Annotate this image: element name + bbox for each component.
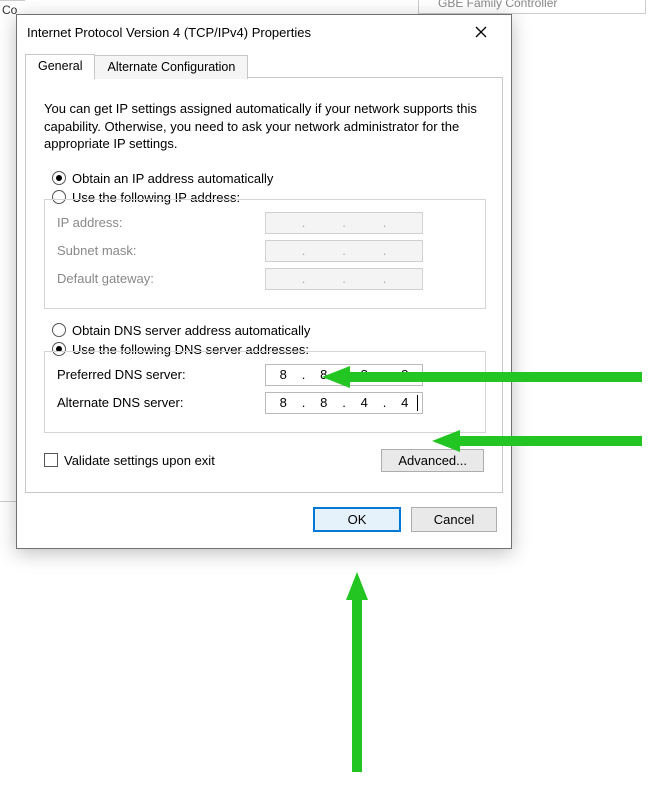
tab-alternate-configuration[interactable]: Alternate Configuration [94, 55, 248, 79]
alternate-dns-label: Alternate DNS server: [57, 395, 265, 410]
ipv4-properties-dialog: Internet Protocol Version 4 (TCP/IPv4) P… [16, 14, 512, 549]
advanced-button[interactable]: Advanced... [381, 449, 484, 472]
dialog-title: Internet Protocol Version 4 (TCP/IPv4) P… [27, 25, 459, 40]
ip-fields-group: IP address: ... Subnet mask: ... Default… [44, 199, 486, 309]
ip-address-input: ... [265, 212, 423, 234]
dialog-button-row: OK Cancel [17, 493, 511, 548]
field-alternate-dns: Alternate DNS server: 8. 8. 4. 4 [57, 392, 473, 414]
default-gateway-label: Default gateway: [57, 271, 265, 286]
alternate-dns-input[interactable]: 8. 8. 4. 4 [265, 392, 423, 414]
default-gateway-input: ... [265, 268, 423, 290]
radio-dns-auto[interactable]: Obtain DNS server address automatically [52, 323, 486, 338]
radio-ip-auto[interactable]: Obtain an IP address automatically [52, 171, 486, 186]
field-default-gateway: Default gateway: ... [57, 268, 473, 290]
validate-checkbox[interactable] [44, 453, 58, 467]
radio-ip-auto-label: Obtain an IP address automatically [72, 171, 273, 186]
tab-body-general: You can get IP settings assigned automat… [25, 78, 503, 493]
ok-button[interactable]: OK [313, 507, 401, 532]
titlebar: Internet Protocol Version 4 (TCP/IPv4) P… [17, 15, 511, 49]
dns-fields-group: Preferred DNS server: 8. 8. 8. 8 Alterna… [44, 351, 486, 433]
intro-text: You can get IP settings assigned automat… [44, 100, 484, 153]
subnet-mask-input: ... [265, 240, 423, 262]
preferred-dns-input[interactable]: 8. 8. 8. 8 [265, 364, 423, 386]
radio-icon [52, 171, 66, 185]
close-button[interactable] [459, 18, 503, 46]
field-subnet-mask: Subnet mask: ... [57, 240, 473, 262]
ip-octet[interactable]: 8 [307, 393, 342, 413]
ip-octet[interactable]: 8 [307, 365, 342, 385]
radio-dns-auto-label: Obtain DNS server address automatically [72, 323, 310, 338]
annotation-arrow-icon [344, 572, 370, 772]
ip-address-label: IP address: [57, 215, 265, 230]
cancel-button[interactable]: Cancel [411, 507, 497, 532]
subnet-mask-label: Subnet mask: [57, 243, 265, 258]
tab-strip: General Alternate Configuration [25, 53, 503, 78]
ip-octet[interactable]: 4 [347, 393, 382, 413]
ip-octet[interactable]: 4 [388, 393, 423, 413]
field-preferred-dns: Preferred DNS server: 8. 8. 8. 8 [57, 364, 473, 386]
preferred-dns-label: Preferred DNS server: [57, 367, 265, 382]
tab-general[interactable]: General [25, 54, 95, 78]
field-ip-address: IP address: ... [57, 212, 473, 234]
radio-icon [52, 323, 66, 337]
validate-label: Validate settings upon exit [64, 453, 215, 468]
ip-octet[interactable]: 8 [347, 365, 382, 385]
ip-octet[interactable]: 8 [266, 393, 301, 413]
bgtext: GBE Family Controller [438, 0, 557, 10]
ip-octet[interactable]: 8 [266, 365, 301, 385]
ip-octet[interactable]: 8 [388, 365, 423, 385]
close-icon [475, 26, 487, 38]
